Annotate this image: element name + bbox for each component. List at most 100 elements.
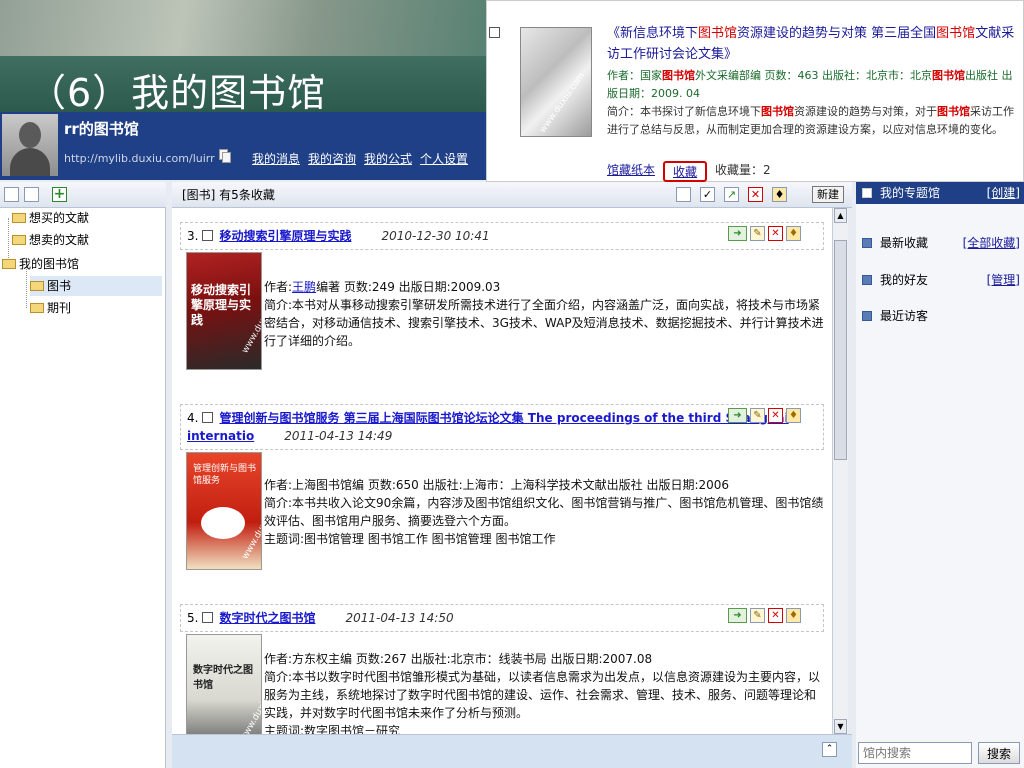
expand-tree-icon[interactable] [4,187,19,202]
list-view-icon[interactable] [24,187,39,202]
avatar[interactable] [2,114,58,176]
share-icon[interactable]: ➜ [728,408,747,423]
collection-footer: ⌃ [172,734,852,768]
box-latest-favorites: 最新收藏 [全部收藏] [856,232,1024,254]
folder-icon [12,235,26,245]
search-button[interactable]: 搜索 [978,742,1020,764]
all-favorites-link[interactable]: [全部收藏] [963,232,1020,254]
box-my-friends: 我的好友 [管理] [856,269,1024,291]
library-name: rr的图书馆 [64,120,139,138]
collection-count-label: [图书] 有5条收藏 [182,188,275,202]
content-scrollbar[interactable]: ▲ ▼ [832,208,848,734]
scroll-thumb[interactable] [834,240,847,460]
book-cover-image[interactable]: 移动搜索引擎原理与实践 www.duxiu.com [186,252,262,370]
tag-icon[interactable]: ♦ [786,608,801,623]
edit-icon[interactable]: ✎ [750,408,765,423]
create-topic-link[interactable]: [创建] [987,182,1020,204]
library-url: http://mylib.duxiu.com/luirr [64,152,215,165]
favorite-button[interactable]: 收藏 [663,161,708,182]
select-all-icon[interactable]: ✓ [700,187,715,202]
book-info: 作者:上海图书馆编 页数:650 出版社:上海市：上海科学技术文献出版社 出版日… [264,476,824,548]
box-my-topics: 我的专题馆 [创建] [856,182,1024,204]
nav-personal-settings[interactable]: 个人设置 [420,150,468,167]
tree-toolbar: + [0,182,166,208]
nav-my-inquiries[interactable]: 我的咨询 [308,150,356,167]
entry-actions: ➜ ✎ ✕ ♦ [728,608,801,623]
nav-my-messages[interactable]: 我的消息 [252,150,300,167]
book-detail-popup: www.duxiu.com 《新信息环境下图书馆资源建设的趋势与对策 第三届全国… [486,0,1024,182]
manage-friends-link[interactable]: [管理] [987,269,1020,291]
popup-book-title[interactable]: 《新信息环境下图书馆资源建设的趋势与对策 第三届全国图书馆文献采访工作研讨会论文… [607,23,1019,65]
copy-icon[interactable] [219,149,232,163]
share-icon[interactable]: ↗ [724,187,739,202]
book-subjects: 主题词:图书馆管理 图书馆工作 图书馆管理 图书馆工作 [264,532,556,546]
book-cover-image[interactable]: 管理创新与图书馆服务 www.duxiu.com [186,452,262,570]
entry-actions: ➜ ✎ ✕ ♦ [728,226,801,241]
right-sidebar: 我的专题馆 [创建] 最新收藏 [全部收藏] 我的好友 [管理] 最近访客 [856,182,1024,768]
box-icon [862,238,872,248]
cover-watermark: www.duxiu.com [538,70,588,136]
entry-checkbox[interactable] [202,612,214,623]
slide-texture [0,0,520,56]
entry-date: 2010-12-30 10:41 [381,229,490,243]
slide-title: （6）我的图书馆 [28,71,327,115]
book-info: 作者:王鹏编著 页数:249 出版日期:2009.03 简介:本书对从事移动搜索… [264,280,824,348]
tree-item-want-to-sell[interactable]: 想卖的文献 [12,230,89,250]
entry-checkbox[interactable] [202,230,214,241]
book-description: 简介:本书共收入论文90余篇，内容涉及图书馆组织文化、图书馆营销与推广、图书馆危… [264,496,824,528]
back-to-top-icon[interactable]: ⌃ [822,742,837,757]
box-icon [862,275,872,285]
entry-date: 2011-04-13 14:49 [284,429,393,443]
folder-tree: 想买的文献 想卖的文献 我的图书馆 图书 期刊 [0,208,166,768]
book-subjects: 主题词:数字图书馆－研究 [264,724,401,734]
favorite-count: 收藏量：2 [715,163,771,177]
popup-description: 简介：本书探讨了新信息环境下图书馆资源建设的趋势与对策，对于图书馆采访工作进行了… [607,105,1014,136]
tree-item-want-to-buy[interactable]: 想买的文献 [12,208,89,228]
entry-date: 2011-04-13 14:50 [345,611,454,625]
tag-icon[interactable]: ♦ [786,226,801,241]
box-icon [862,311,872,321]
tree-item-my-library[interactable]: 我的图书馆 [2,254,79,274]
book-author: 作者:方东权主编 页数:267 出版社:北京市：线装书局 出版日期:2007.0… [264,652,653,666]
tree-item-journals[interactable]: 期刊 [30,298,71,318]
entry-title-link[interactable]: 数字时代之图书馆 [219,611,315,625]
popup-book-cover[interactable]: www.duxiu.com [520,27,592,137]
scroll-up-icon[interactable]: ▲ [834,208,847,223]
popup-checkbox[interactable] [489,27,500,38]
entry-title-link[interactable]: 管理创新与图书馆服务 第三届上海国际图书馆论坛论文集 The proceedin… [187,411,789,443]
box-icon [862,188,872,198]
delete-icon[interactable]: ✕ [768,226,783,241]
new-button[interactable]: 新建 [812,186,844,203]
entry-actions: ➜ ✎ ✕ ♦ [728,408,801,423]
nav-my-formulas[interactable]: 我的公式 [364,150,412,167]
folder-icon [12,213,26,223]
delete-icon[interactable]: ✕ [768,408,783,423]
folder-icon [30,303,44,313]
edit-icon[interactable]: ✎ [750,226,765,241]
popup-links: 馆藏纸本 收藏 收藏量：2 [607,161,771,182]
book-description: 简介:本书以数字时代图书馆雏形模式为基础，以读者信息需求为出发点，以信息资源建设… [264,670,821,720]
paper-holdings-link[interactable]: 馆藏纸本 [607,161,655,182]
add-folder-icon[interactable]: + [52,187,67,202]
folder-open-icon [2,259,16,269]
book-cover-image[interactable]: 数字时代之图书馆 www.duxiu.com [186,634,262,734]
entry-checkbox[interactable] [202,412,214,423]
tag-icon[interactable]: ♦ [772,187,787,202]
tag-icon[interactable]: ♦ [786,408,801,423]
tree-item-books[interactable]: 图书 [30,276,162,296]
folder-icon [30,281,44,291]
popup-author-line: 作者：国家图书馆外文采编部编 页数：463 出版社：北京市：北京图书馆出版社 出… [607,69,1013,100]
share-icon[interactable]: ➜ [728,608,747,623]
edit-icon[interactable]: ✎ [750,608,765,623]
book-info: 作者:方东权主编 页数:267 出版社:北京市：线装书局 出版日期:2007.0… [264,650,824,734]
select-none-icon[interactable] [676,187,691,202]
share-icon[interactable]: ➜ [728,226,747,241]
book-author: 作者:上海图书馆编 页数:650 出版社:上海市：上海科学技术文献出版社 出版日… [264,478,730,492]
author-link[interactable]: 王鹏 [292,280,316,294]
scroll-down-icon[interactable]: ▼ [834,719,847,734]
delete-icon[interactable]: ✕ [768,608,783,623]
delete-icon[interactable]: ✕ [748,187,763,202]
entry-title-link[interactable]: 移动搜索引擎原理与实践 [219,229,351,243]
library-search-input[interactable] [858,742,972,764]
collection-toolbar: [图书] 有5条收藏 ✓ ↗ ✕ ♦ 新建 [172,182,852,208]
